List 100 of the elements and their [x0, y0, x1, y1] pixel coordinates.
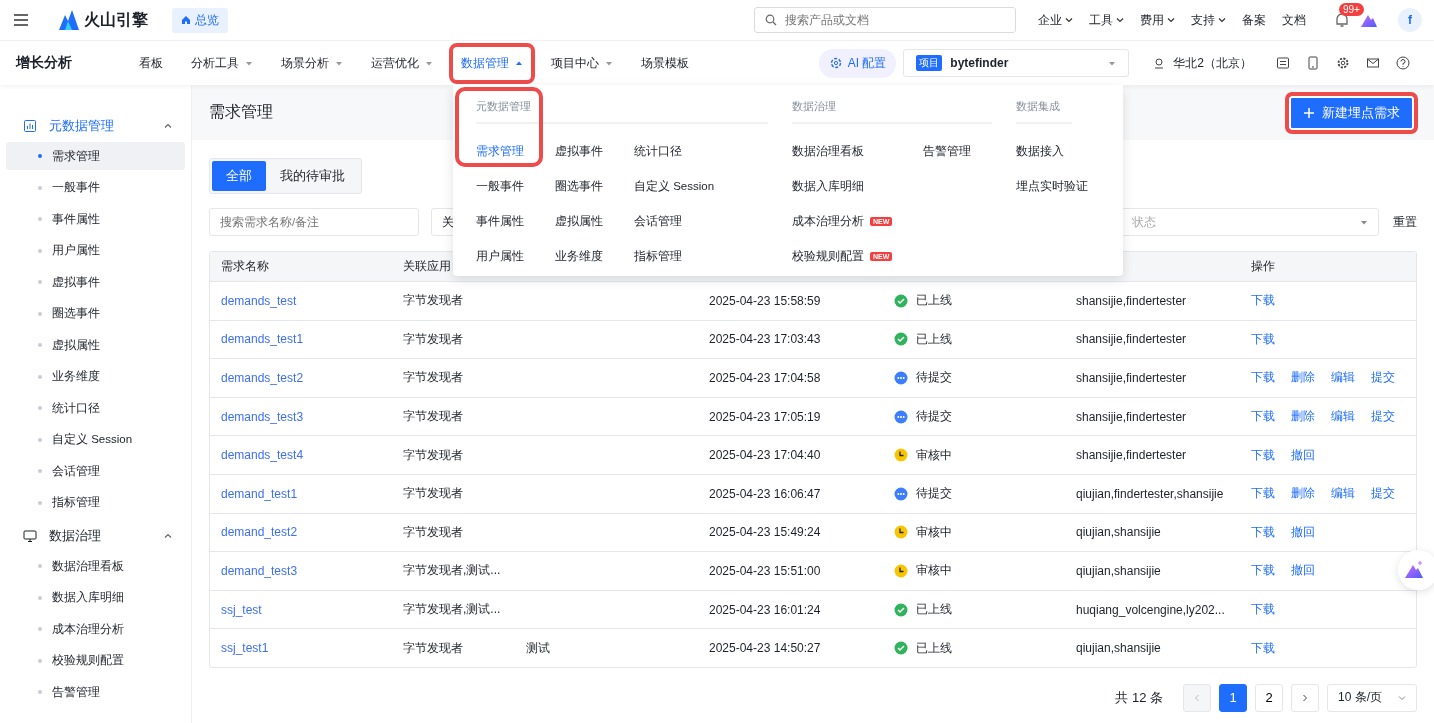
nav-tab[interactable]: 运营优化: [367, 46, 437, 80]
sidebar-item[interactable]: 统计口径: [6, 394, 185, 422]
settings-icon[interactable]: [1336, 56, 1350, 70]
filter-tab[interactable]: 全部: [212, 161, 266, 191]
dropdown-item[interactable]: 数据治理看板: [792, 134, 923, 169]
demand-link[interactable]: ssj_test: [221, 602, 262, 617]
nav-tab[interactable]: 项目中心: [547, 46, 617, 80]
dropdown-item[interactable]: 告警管理: [923, 134, 1002, 169]
dropdown-item[interactable]: 会话管理: [634, 204, 734, 239]
dropdown-item[interactable]: 统计口径: [634, 134, 734, 169]
demand-link[interactable]: demand_test3: [221, 563, 298, 578]
action-link[interactable]: 下载: [1251, 523, 1275, 541]
demand-link[interactable]: demand_test1: [221, 486, 298, 501]
dropdown-item[interactable]: 埋点实时验证: [1016, 169, 1095, 204]
action-link[interactable]: 提交: [1371, 485, 1395, 503]
nav-tab[interactable]: 场景分析: [277, 46, 347, 80]
sidebar-item[interactable]: 需求管理: [6, 142, 185, 170]
nav-tab[interactable]: 场景模板: [637, 46, 693, 80]
reset-link[interactable]: 重置: [1393, 213, 1417, 231]
ai-config-button[interactable]: AI 配置: [818, 48, 897, 78]
dropdown-item[interactable]: 圈选事件: [555, 169, 634, 204]
menu-icon[interactable]: [13, 12, 29, 28]
action-link[interactable]: 删除: [1291, 369, 1315, 387]
demand-link[interactable]: demands_test1: [221, 332, 304, 347]
page-button[interactable]: 1: [1219, 683, 1247, 712]
action-link[interactable]: 撤回: [1291, 523, 1315, 541]
action-link[interactable]: 下载: [1251, 601, 1275, 619]
nav-tab[interactable]: 看板: [135, 46, 167, 80]
sidebar-section[interactable]: 数据治理: [6, 520, 185, 552]
action-link[interactable]: 下载: [1251, 446, 1275, 464]
page-button[interactable]: 2: [1255, 683, 1283, 712]
action-link[interactable]: 下载: [1251, 330, 1275, 348]
sidebar-item[interactable]: 成本治理分析: [6, 615, 185, 643]
action-link[interactable]: 删除: [1291, 408, 1315, 426]
search-field[interactable]: 搜索产品或文档: [754, 7, 1016, 33]
action-link[interactable]: 删除: [1291, 485, 1315, 503]
project-select[interactable]: 项目 bytefinder: [903, 49, 1130, 77]
switch-icon[interactable]: [1276, 56, 1290, 70]
action-link[interactable]: 下载: [1251, 408, 1275, 426]
demand-link[interactable]: demand_test2: [221, 525, 298, 540]
sidebar-item[interactable]: 业务维度: [6, 362, 185, 391]
sidebar-section[interactable]: 元数据管理: [6, 110, 185, 142]
sidebar-item[interactable]: 数据治理看板: [6, 552, 185, 580]
top-menu-item[interactable]: 费用: [1140, 11, 1175, 29]
sidebar-item[interactable]: 指标管理: [6, 488, 185, 517]
dropdown-item[interactable]: 虚拟事件: [555, 134, 634, 169]
demand-link[interactable]: demands_test2: [221, 371, 304, 385]
sidebar-item[interactable]: 数据入库明细: [6, 583, 185, 612]
sidebar-item[interactable]: 告警管理: [6, 678, 185, 706]
sidebar-item[interactable]: 一般事件: [6, 173, 185, 202]
sidebar-item[interactable]: 校验规则配置: [6, 646, 185, 675]
action-link[interactable]: 下载: [1251, 639, 1275, 657]
sidebar-item[interactable]: 会话管理: [6, 457, 185, 485]
action-link[interactable]: 编辑: [1331, 485, 1355, 503]
new-demand-button[interactable]: 新建埋点需求: [1285, 91, 1418, 134]
dropdown-item[interactable]: 数据接入: [1016, 134, 1095, 169]
action-link[interactable]: 提交: [1371, 408, 1395, 426]
mail-icon[interactable]: [1366, 56, 1380, 70]
sidebar-item[interactable]: 事件属性: [6, 205, 185, 233]
demand-link[interactable]: demands_test4: [221, 448, 304, 463]
top-menu-item[interactable]: 文档: [1282, 11, 1306, 29]
top-menu-item[interactable]: 工具: [1089, 11, 1124, 29]
action-link[interactable]: 下载: [1251, 292, 1275, 310]
search-field[interactable]: 搜索需求名称/备注: [209, 208, 419, 236]
top-menu-item[interactable]: 支持: [1191, 11, 1226, 29]
overview-button[interactable]: 总览: [172, 7, 228, 33]
action-link[interactable]: 提交: [1371, 369, 1395, 387]
top-menu-item[interactable]: 备案: [1242, 11, 1266, 29]
help-icon[interactable]: [1396, 56, 1410, 70]
bell-icon[interactable]: [1334, 12, 1350, 28]
dropdown-item[interactable]: 一般事件: [476, 169, 555, 204]
phone-icon[interactable]: [1306, 56, 1320, 70]
action-link[interactable]: 下载: [1251, 485, 1275, 503]
demand-link[interactable]: demands_test: [221, 293, 297, 308]
sidebar-item[interactable]: 用户属性: [6, 236, 185, 265]
dropdown-item[interactable]: 业务维度: [555, 239, 634, 274]
dropdown-item[interactable]: 虚拟属性: [555, 204, 634, 239]
action-link[interactable]: 下载: [1251, 562, 1275, 580]
demand-link[interactable]: ssj_test1: [221, 641, 269, 656]
nav-tab[interactable]: 分析工具: [187, 46, 257, 80]
demand-link[interactable]: demands_test3: [221, 409, 304, 424]
filter-tab[interactable]: 我的待审批: [266, 161, 359, 191]
dropdown-item[interactable]: 事件属性: [476, 204, 555, 239]
sidebar-item[interactable]: 虚拟属性: [6, 331, 185, 359]
dropdown-item[interactable]: 数据入库明细: [792, 169, 923, 204]
action-link[interactable]: 撤回: [1291, 562, 1315, 580]
region-selector[interactable]: 华北2（北京）: [1153, 54, 1252, 72]
top-menu-item[interactable]: 企业: [1038, 11, 1073, 29]
action-link[interactable]: 编辑: [1331, 369, 1355, 387]
sidebar-item[interactable]: 自定义 Session: [6, 425, 185, 454]
dropdown-item[interactable]: 用户属性: [476, 239, 555, 274]
action-link[interactable]: 编辑: [1331, 408, 1355, 426]
sidebar-item[interactable]: 虚拟事件: [6, 268, 185, 296]
dropdown-item[interactable]: 指标管理: [634, 239, 734, 274]
action-link[interactable]: 下载: [1251, 369, 1275, 387]
user-avatar[interactable]: f: [1398, 8, 1422, 32]
dropdown-item[interactable]: 需求管理: [476, 134, 555, 169]
action-link[interactable]: 撤回: [1291, 446, 1315, 464]
sidebar-item[interactable]: 圈选事件: [6, 299, 185, 328]
dropdown-item[interactable]: 自定义 Session: [634, 169, 734, 204]
